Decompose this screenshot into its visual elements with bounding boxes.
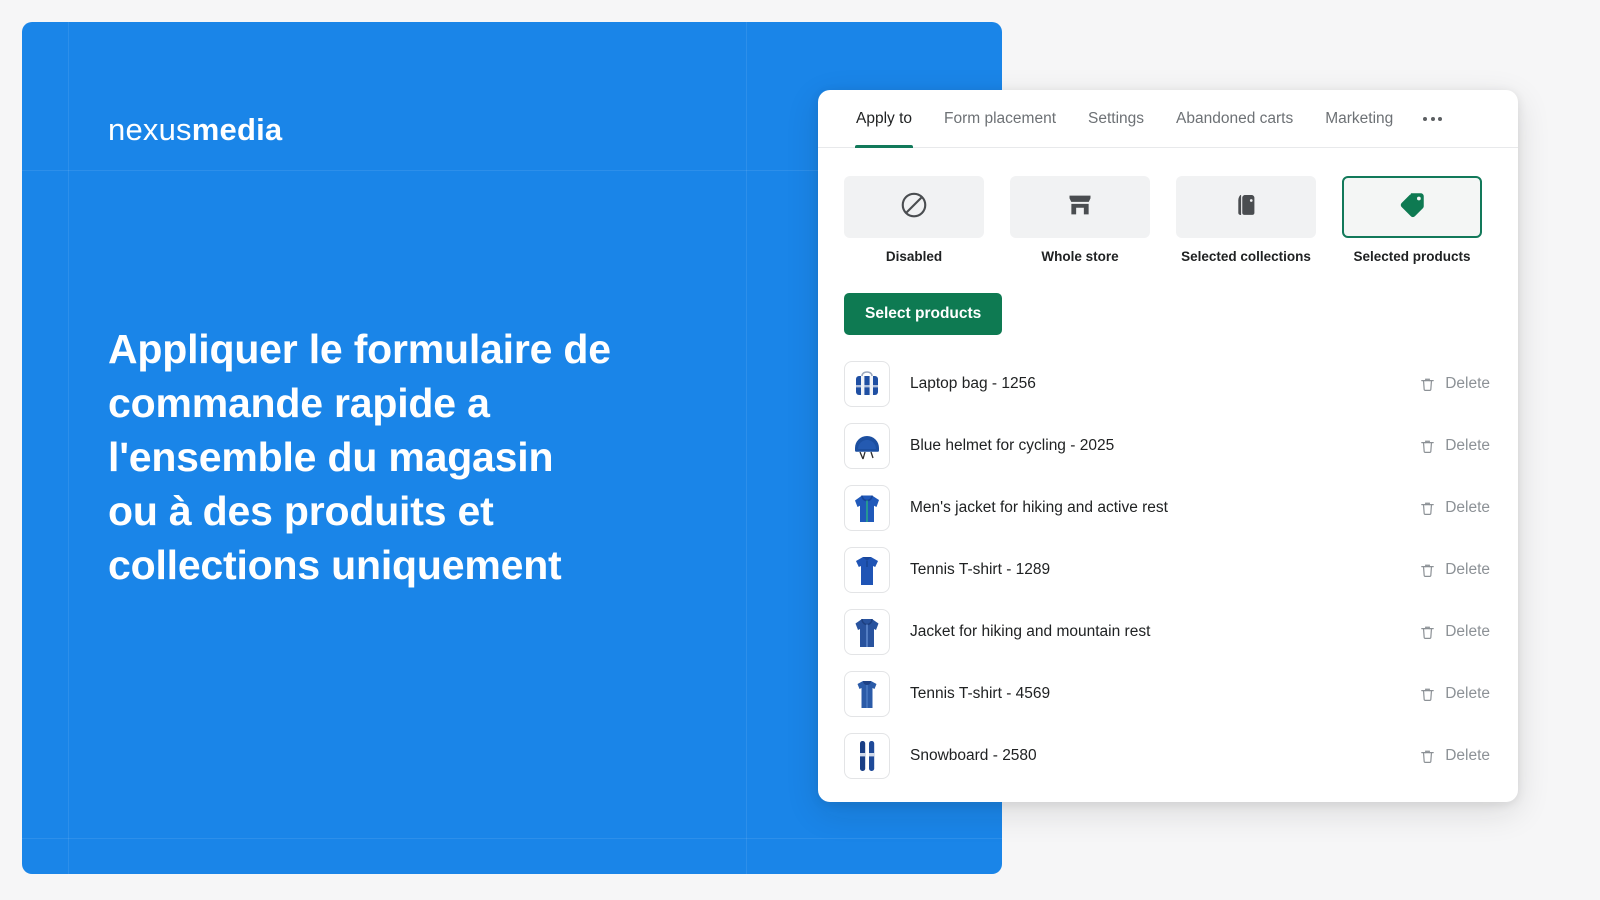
apply-to-options: Disabled Whole store Selected collection… bbox=[818, 148, 1518, 264]
headline-line: collections uniquement bbox=[108, 542, 562, 588]
logo-text-thin: nexus bbox=[108, 112, 192, 147]
delete-label: Delete bbox=[1445, 685, 1490, 702]
trash-icon bbox=[1421, 440, 1434, 453]
product-row: Snowboard - 2580 Delete bbox=[844, 725, 1492, 787]
product-row: Laptop bag - 1256 Delete bbox=[844, 353, 1492, 415]
product-row: Jacket for hiking and mountain rest Dele… bbox=[844, 601, 1492, 663]
product-row: Men's jacket for hiking and active rest … bbox=[844, 477, 1492, 539]
headline-line: ou à des produits et bbox=[108, 488, 494, 534]
product-thumbnail bbox=[844, 547, 890, 593]
option-selected-collections[interactable]: Selected collections bbox=[1176, 176, 1316, 264]
delete-label: Delete bbox=[1445, 375, 1490, 392]
trash-icon bbox=[1421, 564, 1434, 577]
option-selected-collections-label: Selected collections bbox=[1181, 249, 1311, 264]
option-disabled-label: Disabled bbox=[885, 249, 943, 264]
prohibition-icon bbox=[899, 190, 929, 225]
headline-line: commande rapide a bbox=[108, 380, 490, 426]
overflow-menu-button[interactable] bbox=[1409, 90, 1456, 147]
promo-headline: Appliquer le formulaire de commande rapi… bbox=[108, 322, 708, 592]
trash-icon bbox=[1421, 750, 1434, 763]
jacket-image bbox=[855, 618, 879, 647]
product-thumbnail bbox=[844, 733, 890, 779]
tab-bar: Apply to Form placement Settings Abandon… bbox=[818, 90, 1518, 148]
product-name: Men's jacket for hiking and active rest bbox=[910, 499, 1168, 516]
laptop-bag-image bbox=[856, 371, 878, 395]
tab-label: Form placement bbox=[944, 109, 1056, 127]
option-selected-products-box bbox=[1342, 176, 1482, 238]
delete-product-button[interactable]: Delete bbox=[1419, 375, 1492, 393]
delete-product-button[interactable]: Delete bbox=[1419, 561, 1492, 579]
product-row: Blue helmet for cycling - 2025 Delete bbox=[844, 415, 1492, 477]
trash-icon bbox=[1421, 502, 1434, 515]
tab-form-placement[interactable]: Form placement bbox=[928, 90, 1072, 147]
helmet-image bbox=[855, 436, 879, 460]
store-icon bbox=[1066, 191, 1094, 224]
tab-label: Settings bbox=[1088, 109, 1145, 127]
product-name: Tennis T-shirt - 4569 bbox=[910, 685, 1051, 702]
delete-label: Delete bbox=[1445, 623, 1490, 640]
product-row: Tennis T-shirt - 1289 Delete bbox=[844, 539, 1492, 601]
collection-tag-icon bbox=[1232, 191, 1260, 224]
delete-product-button[interactable]: Delete bbox=[1419, 499, 1492, 517]
delete-product-button[interactable]: Delete bbox=[1419, 747, 1492, 765]
product-row: Tennis T-shirt - 4569 Delete bbox=[844, 663, 1492, 725]
price-tag-icon bbox=[1397, 190, 1427, 225]
brand-logo: nexusmedia bbox=[108, 114, 282, 145]
product-name: Snowboard - 2580 bbox=[910, 747, 1037, 764]
product-thumbnail bbox=[844, 609, 890, 655]
option-selected-products[interactable]: Selected products bbox=[1342, 176, 1482, 264]
logo-text-bold: media bbox=[191, 112, 283, 147]
polo-shirt-image bbox=[856, 557, 878, 585]
tank-top-image bbox=[857, 681, 877, 708]
option-whole-store[interactable]: Whole store bbox=[1010, 176, 1150, 264]
tab-settings[interactable]: Settings bbox=[1072, 90, 1160, 147]
snowboard-image bbox=[860, 741, 875, 771]
option-selected-products-label: Selected products bbox=[1353, 249, 1471, 264]
tab-label: Marketing bbox=[1325, 109, 1394, 127]
headline-line: l'ensemble du magasin bbox=[108, 434, 554, 480]
headline-line: Appliquer le formulaire de bbox=[108, 326, 611, 372]
tab-abandoned-carts[interactable]: Abandoned carts bbox=[1160, 90, 1309, 147]
option-selected-collections-box bbox=[1176, 176, 1316, 238]
selected-products-list: Laptop bag - 1256 Delete Blue helmet for… bbox=[818, 353, 1518, 787]
tab-apply-to[interactable]: Apply to bbox=[840, 90, 928, 148]
tab-marketing[interactable]: Marketing bbox=[1309, 90, 1409, 147]
product-name: Laptop bag - 1256 bbox=[910, 375, 1036, 392]
screen: nexusmedia Appliquer le formulaire de co… bbox=[0, 0, 1600, 900]
delete-product-button[interactable]: Delete bbox=[1419, 623, 1492, 641]
delete-label: Delete bbox=[1445, 561, 1490, 578]
option-disabled-box bbox=[844, 176, 984, 238]
trash-icon bbox=[1421, 626, 1434, 639]
ellipsis-icon bbox=[1423, 116, 1443, 121]
trash-icon bbox=[1421, 688, 1434, 701]
delete-product-button[interactable]: Delete bbox=[1419, 437, 1492, 455]
product-thumbnail bbox=[844, 361, 890, 407]
product-name: Blue helmet for cycling - 2025 bbox=[910, 437, 1115, 454]
tab-label: Apply to bbox=[856, 109, 913, 127]
product-thumbnail bbox=[844, 423, 890, 469]
delete-label: Delete bbox=[1445, 499, 1490, 516]
option-whole-store-box bbox=[1010, 176, 1150, 238]
product-thumbnail bbox=[844, 671, 890, 717]
product-name: Jacket for hiking and mountain rest bbox=[910, 623, 1151, 640]
select-products-button[interactable]: Select products bbox=[844, 293, 1003, 335]
product-name: Tennis T-shirt - 1289 bbox=[910, 561, 1051, 578]
option-disabled[interactable]: Disabled bbox=[844, 176, 984, 264]
tab-label: Abandoned carts bbox=[1176, 109, 1294, 127]
option-whole-store-label: Whole store bbox=[1041, 249, 1119, 264]
product-thumbnail bbox=[844, 485, 890, 531]
delete-label: Delete bbox=[1445, 437, 1490, 454]
settings-panel: Apply to Form placement Settings Abandon… bbox=[818, 90, 1518, 802]
delete-label: Delete bbox=[1445, 747, 1490, 764]
hoodie-image bbox=[855, 495, 879, 522]
trash-icon bbox=[1421, 378, 1434, 391]
delete-product-button[interactable]: Delete bbox=[1419, 685, 1492, 703]
